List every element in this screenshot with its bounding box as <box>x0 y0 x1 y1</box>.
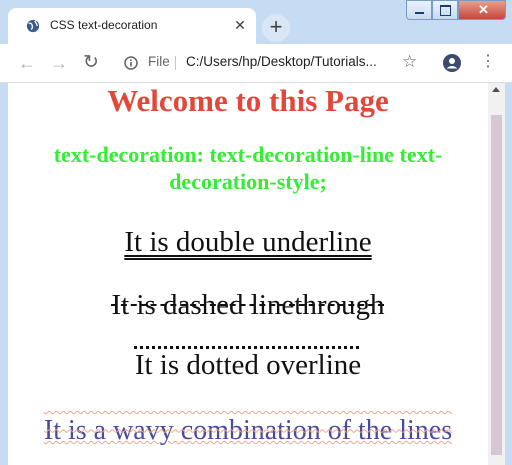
vertical-scrollbar[interactable] <box>488 83 505 465</box>
new-tab-button[interactable]: + <box>262 14 290 42</box>
close-icon[interactable]: ✕ <box>232 17 248 33</box>
browser-tab[interactable]: CSS text-decoration ✕ <box>8 8 256 44</box>
double-underline-text: It is double underline <box>124 226 372 258</box>
window-frame-right <box>505 83 512 465</box>
reload-icon[interactable]: ↻ <box>80 52 102 74</box>
more-menu-icon[interactable]: ⋮ <box>480 53 496 71</box>
globe-icon <box>26 19 40 33</box>
address-divider <box>175 56 176 70</box>
scrollbar-thumb[interactable] <box>491 115 502 455</box>
dotted-overline-text: It is dotted overline <box>134 349 362 381</box>
close-window-icon: ✕ <box>478 2 489 17</box>
wavy-combination-text: It is a wavy combination of the lines <box>43 415 453 446</box>
page-heading: Welcome to this Page <box>107 83 389 118</box>
forward-arrow-icon[interactable]: → <box>48 52 70 74</box>
window-close-button[interactable]: ✕ <box>458 0 506 20</box>
info-icon[interactable] <box>124 56 138 70</box>
minimize-icon <box>415 12 424 14</box>
back-arrow-icon[interactable]: ← <box>16 52 38 74</box>
window-frame-left <box>0 83 8 465</box>
minimize-button[interactable] <box>406 0 432 20</box>
tab-title: CSS text-decoration <box>50 18 158 32</box>
page-viewport: Welcome to this Page text-decoration: te… <box>8 83 488 465</box>
account-icon[interactable] <box>443 54 461 72</box>
address-bar[interactable]: C:/Users/hp/Desktop/Tutorials... <box>186 54 377 69</box>
scroll-up-icon[interactable] <box>492 87 500 92</box>
maximize-icon <box>440 5 451 16</box>
dashed-linethrough-text: It is dashed linethrough <box>111 289 385 321</box>
browser-toolbar: ← → ↻ File C:/Users/hp/Desktop/Tutorials… <box>0 44 512 83</box>
star-icon[interactable]: ☆ <box>402 52 417 72</box>
title-bar: CSS text-decoration ✕ + ✕ <box>0 0 512 44</box>
maximize-button[interactable] <box>432 0 458 20</box>
page-subheading: text-decoration: text-decoration-line te… <box>53 142 443 194</box>
file-label: File <box>148 54 170 69</box>
